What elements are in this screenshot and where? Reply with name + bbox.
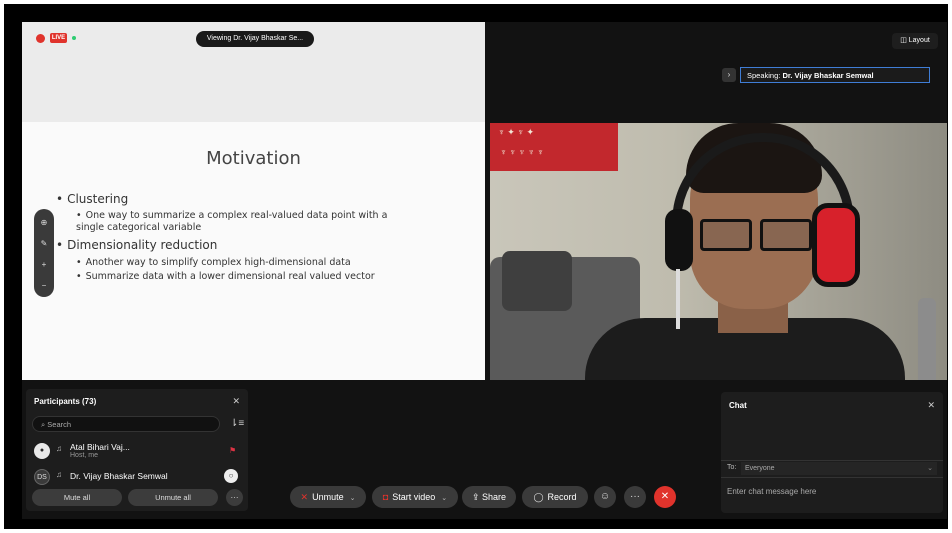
headphone-mic	[676, 269, 680, 329]
headphone-right-cup	[812, 203, 860, 287]
zoom-out-icon[interactable]: −	[38, 280, 50, 292]
participant-name: Atal Bihari Vaj...	[70, 442, 130, 452]
microphone-icon: ♫	[56, 444, 62, 453]
leave-meeting-button[interactable]: ✕	[654, 486, 676, 508]
microphone-icon: ♫	[56, 470, 62, 479]
slide-bullet: • Dimensionality reduction	[56, 238, 218, 252]
chat-recipient-row: To: Everyone ⌄	[721, 460, 943, 478]
slide-bullet: • Clustering	[56, 192, 129, 206]
more-options-icon[interactable]: ···	[226, 489, 243, 506]
video-off-icon: ◘	[382, 492, 389, 502]
active-speaker-label: Speaking: Dr. Vijay Bhaskar Semwal	[740, 67, 930, 83]
chevron-down-icon: ⌄	[441, 495, 448, 502]
recording-indicator-icon	[36, 34, 45, 43]
record-icon: ◯	[533, 492, 544, 502]
layout-icon: ◫	[900, 37, 907, 44]
start-video-button[interactable]: ◘ Start video ⌄	[372, 486, 458, 508]
participants-search-input[interactable]: ⌕ Search	[32, 416, 220, 432]
chat-message-input[interactable]: Enter chat message here	[727, 484, 937, 500]
more-options-icon[interactable]: ···	[624, 486, 646, 508]
slide-sub-bullet: • Summarize data with a lower dimensional…	[76, 271, 375, 282]
record-button[interactable]: ◯ Record	[522, 486, 588, 508]
chevron-down-icon: ⌄	[349, 495, 356, 502]
wall-painting: ♆ ✦ ♆ ✦ ♆ ♆ ♆ ♆ ♆	[490, 123, 618, 171]
participant-row[interactable]: DS ♫ Dr. Vijay Bhaskar Semwal ○	[26, 465, 248, 489]
video-bottle	[918, 298, 936, 380]
chat-to-label: To:	[727, 464, 737, 471]
chat-panel: Chat ✕ To: Everyone ⌄ Enter chat message…	[721, 392, 943, 513]
meeting-window: LIVE Viewing Dr. Vijay Bhaskar Se... Mot…	[22, 22, 947, 519]
share-button[interactable]: ⇪ Share	[462, 486, 516, 508]
presentation-slide: Motivation • Clustering • One way to summa…	[22, 122, 485, 380]
slide-sub-bullet: • Another way to simplify complex high-di…	[76, 257, 351, 268]
participant-role: Host, me	[70, 452, 99, 459]
shared-content-panel: LIVE Viewing Dr. Vijay Bhaskar Se... Mot…	[22, 22, 485, 380]
pointer-icon[interactable]: ✎	[38, 238, 50, 250]
layout-button[interactable]: ◫ Layout	[892, 33, 938, 49]
slide-title: Motivation	[206, 148, 301, 169]
participant-options-icon[interactable]: ○	[224, 469, 238, 483]
sort-icon[interactable]: ⇂≡	[230, 418, 244, 429]
chevron-down-icon: ⌄	[927, 465, 933, 472]
chat-recipient-select[interactable]: Everyone ⌄	[741, 462, 937, 475]
close-icon[interactable]: ✕	[927, 400, 935, 411]
zoom-fit-icon[interactable]: ⊕	[38, 217, 50, 229]
avatar: ●	[34, 443, 50, 459]
search-icon: ⌕	[41, 420, 46, 429]
connection-status-icon	[72, 36, 76, 40]
muted-mic-icon: ✕	[300, 492, 309, 502]
video-cushion	[502, 251, 572, 311]
muted-mic-icon[interactable]: ⚑	[229, 446, 236, 455]
chat-title: Chat	[729, 401, 747, 410]
participants-title: Participants (73)	[34, 397, 97, 406]
participant-name: Dr. Vijay Bhaskar Semwal	[70, 471, 168, 481]
headphone-left-cup	[665, 209, 693, 271]
annotation-zoom-toolbar: ⊕ ✎ + −	[34, 209, 54, 297]
unmute-all-button[interactable]: Unmute all	[128, 489, 218, 506]
zoom-in-icon[interactable]: +	[38, 259, 50, 271]
slide-sub-bullet: • One way to summarize a complex real-val…	[76, 210, 388, 233]
video-person-glasses	[700, 219, 812, 251]
speaker-video: ♆ ✦ ♆ ✦ ♆ ♆ ♆ ♆ ♆	[490, 123, 947, 380]
viewing-share-label[interactable]: Viewing Dr. Vijay Bhaskar Se...	[196, 31, 314, 47]
mute-all-button[interactable]: Mute all	[32, 489, 122, 506]
unmute-button[interactable]: ✕ Unmute ⌄	[290, 486, 366, 508]
participants-panel: Participants (73) ✕ ⌕ Search ⇂≡ ● ♫ Atal…	[26, 389, 248, 511]
live-badge: LIVE	[50, 33, 67, 43]
participant-row[interactable]: ● ♫ Atal Bihari Vaj... Host, me ⚑	[26, 439, 248, 463]
close-icon[interactable]: ✕	[232, 396, 240, 407]
avatar: DS	[34, 469, 50, 485]
share-icon: ⇪	[471, 492, 482, 502]
reactions-icon[interactable]: ☺	[594, 486, 616, 508]
chevron-right-icon[interactable]: ›	[722, 68, 736, 82]
